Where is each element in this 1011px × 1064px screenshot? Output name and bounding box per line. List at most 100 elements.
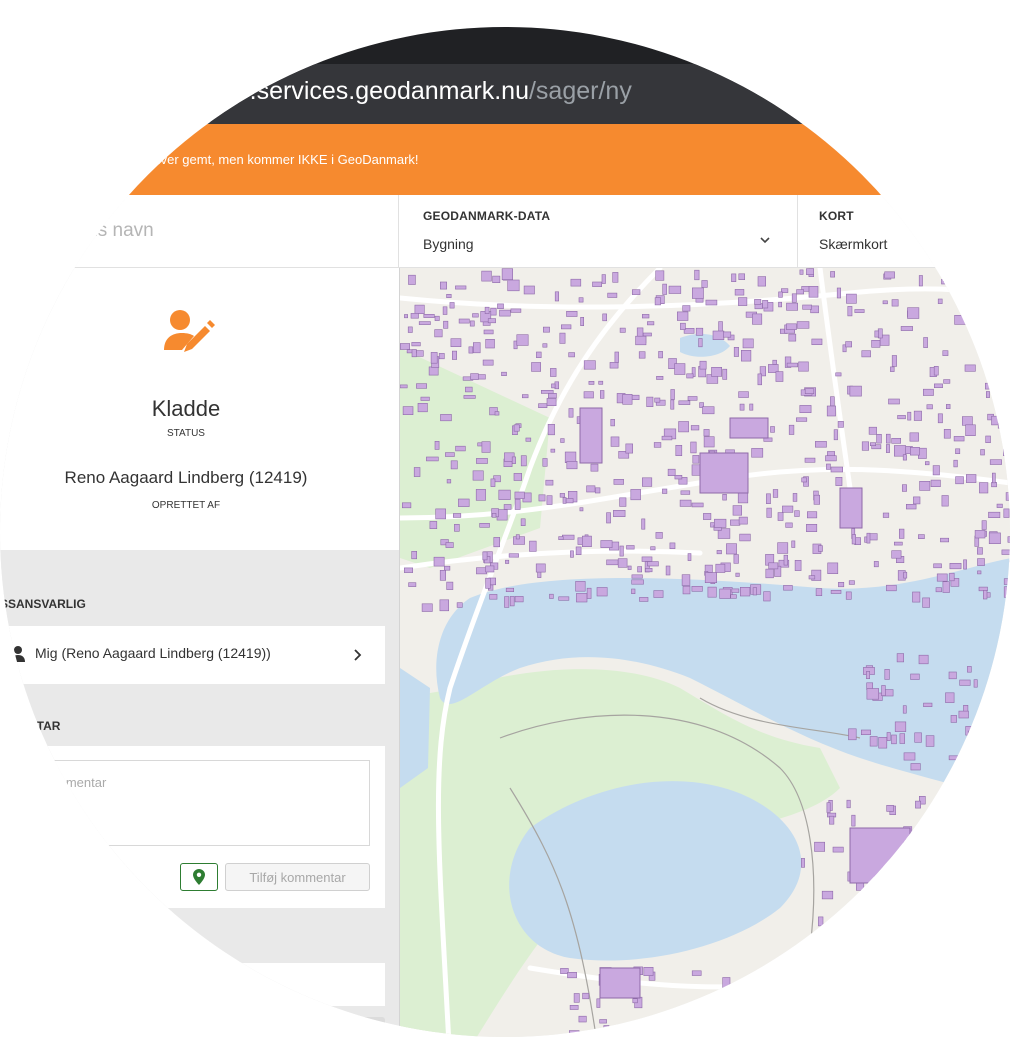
building-footprint <box>567 971 577 979</box>
building-footprint <box>411 342 421 347</box>
building-footprint <box>891 550 902 559</box>
building-footprint <box>407 326 413 333</box>
building-footprint <box>535 563 546 573</box>
building-footprint <box>919 481 931 491</box>
add-location-button[interactable] <box>180 863 218 891</box>
building-footprint <box>902 705 907 714</box>
building-footprint <box>794 1004 806 1013</box>
building-footprint <box>479 523 490 528</box>
building-footprint <box>923 702 933 708</box>
url-text[interactable]: nhelse.services.geodanmark.nu/sager/ny <box>176 77 632 106</box>
building-footprint <box>676 311 689 321</box>
building-footprint <box>988 532 1001 544</box>
comment-card: Tilføj kommentar <box>0 746 385 908</box>
building-footprint <box>981 520 987 530</box>
map-view[interactable] <box>400 268 1011 1064</box>
building-footprint <box>722 977 731 988</box>
building-footprint <box>923 337 928 348</box>
comment-input[interactable] <box>0 760 370 846</box>
building-footprint <box>757 373 762 386</box>
building-footprint <box>505 587 514 593</box>
building-footprint <box>876 434 882 444</box>
building-footprint <box>913 928 919 936</box>
building-footprint <box>922 388 934 396</box>
pond <box>960 268 1010 308</box>
building-footprint <box>752 587 758 596</box>
building-footprint <box>733 554 739 564</box>
building-footprint <box>897 415 906 420</box>
building-footprint <box>861 925 866 931</box>
building-footprint <box>937 413 943 424</box>
building-footprint <box>918 534 925 540</box>
building-footprint <box>824 974 832 983</box>
building-footprint <box>977 570 982 575</box>
building-footprint <box>911 871 916 880</box>
building-footprint <box>613 479 624 485</box>
building-footprint <box>857 1010 867 1020</box>
building-footprint <box>485 565 495 573</box>
building-footprint <box>731 273 737 283</box>
building-footprint <box>815 588 823 597</box>
building-footprint <box>654 397 661 403</box>
building-footprint <box>881 685 886 696</box>
building-footprint <box>484 306 490 314</box>
building-footprint <box>429 521 438 529</box>
map-canvas[interactable] <box>400 268 1011 1064</box>
building-footprint <box>498 489 511 500</box>
building-footprint <box>974 530 986 539</box>
responsible-selector[interactable]: Mig (Reno Aagaard Lindberg (12419)) <box>0 626 385 684</box>
building-footprint <box>854 309 865 313</box>
building-footprint <box>838 1025 843 1033</box>
building-footprint <box>891 438 902 444</box>
building-footprint <box>501 371 507 376</box>
building-footprint <box>940 537 950 543</box>
building-footprint <box>520 455 527 467</box>
building-footprint <box>569 1004 579 1010</box>
building-footprint <box>413 467 421 477</box>
building-footprint <box>711 1048 719 1058</box>
building-footprint <box>932 465 940 476</box>
status-value: Kladde <box>151 396 221 421</box>
building-footprint <box>866 671 870 679</box>
building-footprint <box>835 477 843 486</box>
building-footprint <box>800 1033 806 1037</box>
building-footprint <box>483 329 494 335</box>
bottom-bar[interactable] <box>0 1017 385 1037</box>
building-footprint <box>848 728 857 741</box>
building-footprint <box>632 1033 639 1037</box>
building-footprint <box>989 893 994 902</box>
geodata-select[interactable]: GEODANMARK-DATA Bygning <box>400 195 798 267</box>
building-footprint <box>546 398 557 406</box>
header-row: GEODANMARK-DATA Bygning KORT Skærmkort <box>0 195 1010 268</box>
building-footprint <box>625 443 634 454</box>
building-footprint <box>408 274 416 285</box>
building-footprint <box>658 351 663 359</box>
add-comment-button[interactable]: Tilføj kommentar <box>225 863 370 891</box>
building-footprint <box>428 366 439 376</box>
building-footprint <box>949 572 955 582</box>
building-footprint <box>839 1012 848 1024</box>
building-footprint <box>504 596 510 608</box>
building-footprint <box>905 504 917 510</box>
building-footprint <box>980 756 987 766</box>
building-footprint <box>777 542 789 554</box>
building-footprint <box>558 536 564 541</box>
status-caption: STATUS <box>167 428 205 439</box>
map-select[interactable]: KORT Skærmkort <box>798 195 1010 267</box>
building-footprint <box>783 990 789 997</box>
building-footprint <box>694 269 700 281</box>
building-footprint <box>953 891 967 901</box>
building-footprint <box>670 399 675 410</box>
building-footprint <box>420 396 430 401</box>
building-footprint <box>680 490 691 495</box>
building-footprint <box>566 310 578 317</box>
building-footprint <box>531 362 541 372</box>
building-footprint <box>884 271 895 279</box>
building-footprint <box>650 546 656 551</box>
building-footprint <box>416 383 427 389</box>
building-footprint <box>682 585 691 595</box>
case-name-input[interactable] <box>0 195 399 267</box>
building-footprint <box>642 332 652 337</box>
building-footprint <box>492 275 501 284</box>
building-footprint <box>545 479 554 486</box>
